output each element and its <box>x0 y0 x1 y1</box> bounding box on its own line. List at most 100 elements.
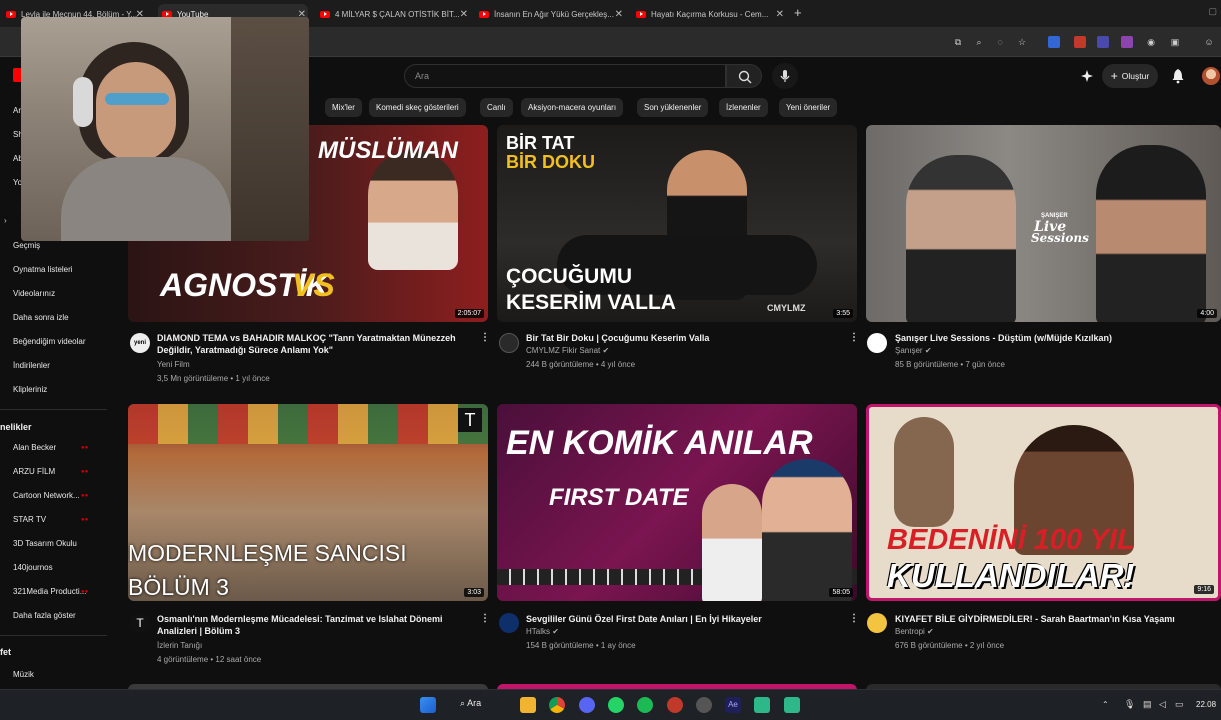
sidebar-item-history[interactable]: Geçmiş <box>13 241 40 250</box>
eye-off-icon[interactable]: ◌ <box>994 36 1006 48</box>
translate-extension-icon[interactable] <box>1048 36 1060 48</box>
window-controls-icon[interactable]: ▢ <box>1208 6 1217 17</box>
video-thumbnail[interactable]: BİR TAT BİR DOKU ÇOCUĞUMU KESERİM VALLA … <box>497 125 857 322</box>
sidebar-item-clips[interactable]: Klipleriniz <box>13 385 47 394</box>
sidebar-item-watch-later[interactable]: Daha sonra izle <box>13 313 69 322</box>
file-explorer-icon[interactable] <box>520 697 536 713</box>
sidebar-sub-item[interactable]: Alan Becker <box>13 443 56 452</box>
channel-name[interactable]: HTalks ✔ <box>526 627 559 636</box>
whatsapp-icon[interactable] <box>608 697 624 713</box>
video-title[interactable]: Şanışer Live Sessions - Düştüm (w/Müjde … <box>895 332 1205 344</box>
battery-icon[interactable]: ▭ <box>1175 699 1184 710</box>
sidebar-item-downloads[interactable]: İndirilenler <box>13 361 50 370</box>
video-thumbnail[interactable]: EN KOMİK ANILAR FIRST DATE 58:05 <box>497 404 857 601</box>
thumbnail-text: MÜSLÜMAN <box>318 137 458 164</box>
more-options-icon[interactable]: ⋮ <box>480 332 490 343</box>
video-thumbnail[interactable]: BEDENİNİ 100 YIL KULLANDILAR! 9:16 <box>866 404 1221 601</box>
sidebar-item-music[interactable]: Müzik <box>13 670 34 679</box>
create-button[interactable]: + Oluştur <box>1102 64 1158 88</box>
extension-icon[interactable] <box>1121 36 1133 48</box>
sidebar-sub-item[interactable]: 3D Tasarım Okulu <box>13 539 77 548</box>
bookmark-star-icon[interactable]: ☆ <box>1016 36 1028 48</box>
extensions-puzzle-icon[interactable]: ▣ <box>1169 36 1181 48</box>
account-avatar[interactable] <box>1202 67 1220 85</box>
new-tab-button[interactable]: + <box>794 5 802 20</box>
video-thumbnail[interactable]: ŞANIŞER Live Sessions 4:00 <box>866 125 1221 322</box>
sidebar-item-playlists[interactable]: Oynatma listeleri <box>13 265 73 274</box>
sidebar-item-your-videos[interactable]: Videolarınız <box>13 289 55 298</box>
channel-name[interactable]: Şanışer ✔ <box>895 346 932 355</box>
extension-icon[interactable]: ◉ <box>1145 36 1157 48</box>
chip-comedy[interactable]: Komedi skeç gösterileri <box>369 98 466 117</box>
clock[interactable]: 22.08 <box>1196 700 1216 709</box>
more-options-icon[interactable]: ⋮ <box>480 613 490 624</box>
browser-tab[interactable]: 4 MİLYAR $ ÇALAN OTİSTİK BİT... ✕ <box>320 4 470 24</box>
channel-avatar[interactable] <box>499 613 519 633</box>
more-options-icon[interactable]: ⋮ <box>849 332 859 343</box>
video-title[interactable]: KIYAFET BİLE GİYDİRMEDİLER! - Sarah Baar… <box>895 613 1205 625</box>
notifications-bell-icon[interactable] <box>1171 68 1185 84</box>
channel-name[interactable]: CMYLMZ Fikir Sanat ✔ <box>526 346 609 355</box>
chip-recent-uploads[interactable]: Son yüklenenler <box>637 98 709 117</box>
sidebar-item-liked-videos[interactable]: Beğendiğim videolar <box>13 337 86 346</box>
sidebar-sub-item[interactable]: 321Media Producti... <box>13 587 86 596</box>
chip-mixes[interactable]: Mix'ler <box>325 98 362 117</box>
sidebar-sub-item[interactable]: STAR TV <box>13 515 46 524</box>
channel-avatar[interactable]: yeni <box>130 333 150 353</box>
channel-avatar[interactable] <box>867 333 887 353</box>
chip-action-adventure[interactable]: Aksiyon-macera oyunları <box>521 98 624 117</box>
channel-name[interactable]: Yeni Film <box>157 360 190 369</box>
close-icon[interactable]: ✕ <box>460 9 468 20</box>
chip-live[interactable]: Canlı <box>480 98 513 117</box>
sidebar-item-home[interactable]: Ar <box>13 106 21 115</box>
tray-chevron-icon[interactable]: ⌃ <box>1102 700 1109 709</box>
channel-avatar[interactable]: T <box>130 613 150 633</box>
profile-icon[interactable]: ☺ <box>1203 36 1215 48</box>
spotify-icon[interactable] <box>637 697 653 713</box>
network-icon[interactable]: ▤ <box>1143 699 1152 710</box>
channel-name[interactable]: Bentropi ✔ <box>895 627 934 636</box>
chevron-right-icon[interactable]: › <box>4 216 7 225</box>
discord-icon[interactable] <box>579 697 595 713</box>
microphone-tray-icon[interactable]: 🎙 <box>1124 699 1135 710</box>
chip-new-suggestions[interactable]: Yeni öneriler <box>779 98 838 117</box>
app-icon[interactable] <box>696 697 712 713</box>
browser-tab[interactable]: Hayatı Kaçırma Korkusu - Cem... ✕ <box>636 4 786 24</box>
channel-avatar[interactable] <box>867 613 887 633</box>
browser-tab[interactable]: İnsanın En Ağır Yükü Gerçekleş... ✕ <box>479 4 625 24</box>
extension-icon[interactable] <box>1074 36 1086 48</box>
recorder-icon[interactable] <box>667 697 683 713</box>
search-input[interactable]: Ara <box>404 64 726 88</box>
app-icon[interactable] <box>754 697 770 713</box>
taskbar-search[interactable]: ⌕ Ara <box>460 698 481 709</box>
zoom-icon[interactable]: ⌕ <box>973 36 985 48</box>
create-sparkle-icon[interactable] <box>1080 69 1094 83</box>
sidebar-sub-item[interactable]: Cartoon Network... <box>13 491 80 500</box>
close-icon[interactable]: ✕ <box>615 9 623 20</box>
video-thumbnail[interactable]: T MODERNLEŞME SANCISI BÖLÜM 3 3:03 <box>128 404 488 601</box>
sidebar-sub-item[interactable]: 140journos <box>13 563 53 572</box>
search-button[interactable] <box>726 64 762 88</box>
live-indicator-icon: ●● <box>81 589 89 595</box>
voice-search-button[interactable] <box>772 63 798 89</box>
app-icon[interactable] <box>784 697 800 713</box>
video-title[interactable]: Osmanlı'nın Modernleşme Mücadelesi: Tanz… <box>157 613 467 637</box>
video-title[interactable]: DIAMOND TEMA vs BAHADIR MALKOÇ "Tanrı Ya… <box>157 332 467 356</box>
channel-avatar[interactable] <box>499 333 519 353</box>
cast-icon[interactable]: ⧉ <box>952 36 964 48</box>
sidebar-sub-item[interactable]: ARZU FİLM <box>13 467 55 476</box>
thumbnail-text: BİR DOKU <box>506 152 595 172</box>
video-title[interactable]: Bir Tat Bir Doku | Çocuğumu Keserim Vall… <box>526 332 836 344</box>
video-title[interactable]: Sevgililer Günü Özel First Date Anıları … <box>526 613 836 625</box>
more-options-icon[interactable]: ⋮ <box>849 613 859 624</box>
after-effects-icon[interactable]: Ae <box>725 697 741 713</box>
chrome-icon[interactable] <box>549 697 565 713</box>
volume-icon[interactable]: ◁ <box>1159 699 1166 710</box>
channel-name[interactable]: İzlerin Tanığı <box>157 641 202 650</box>
sidebar-show-more[interactable]: Daha fazla göster <box>13 611 76 620</box>
extension-icon[interactable] <box>1097 36 1109 48</box>
windows-start-icon[interactable] <box>420 697 436 713</box>
close-icon[interactable]: ✕ <box>776 9 784 20</box>
search-icon <box>738 70 752 84</box>
chip-watched[interactable]: İzlenenler <box>719 98 768 117</box>
